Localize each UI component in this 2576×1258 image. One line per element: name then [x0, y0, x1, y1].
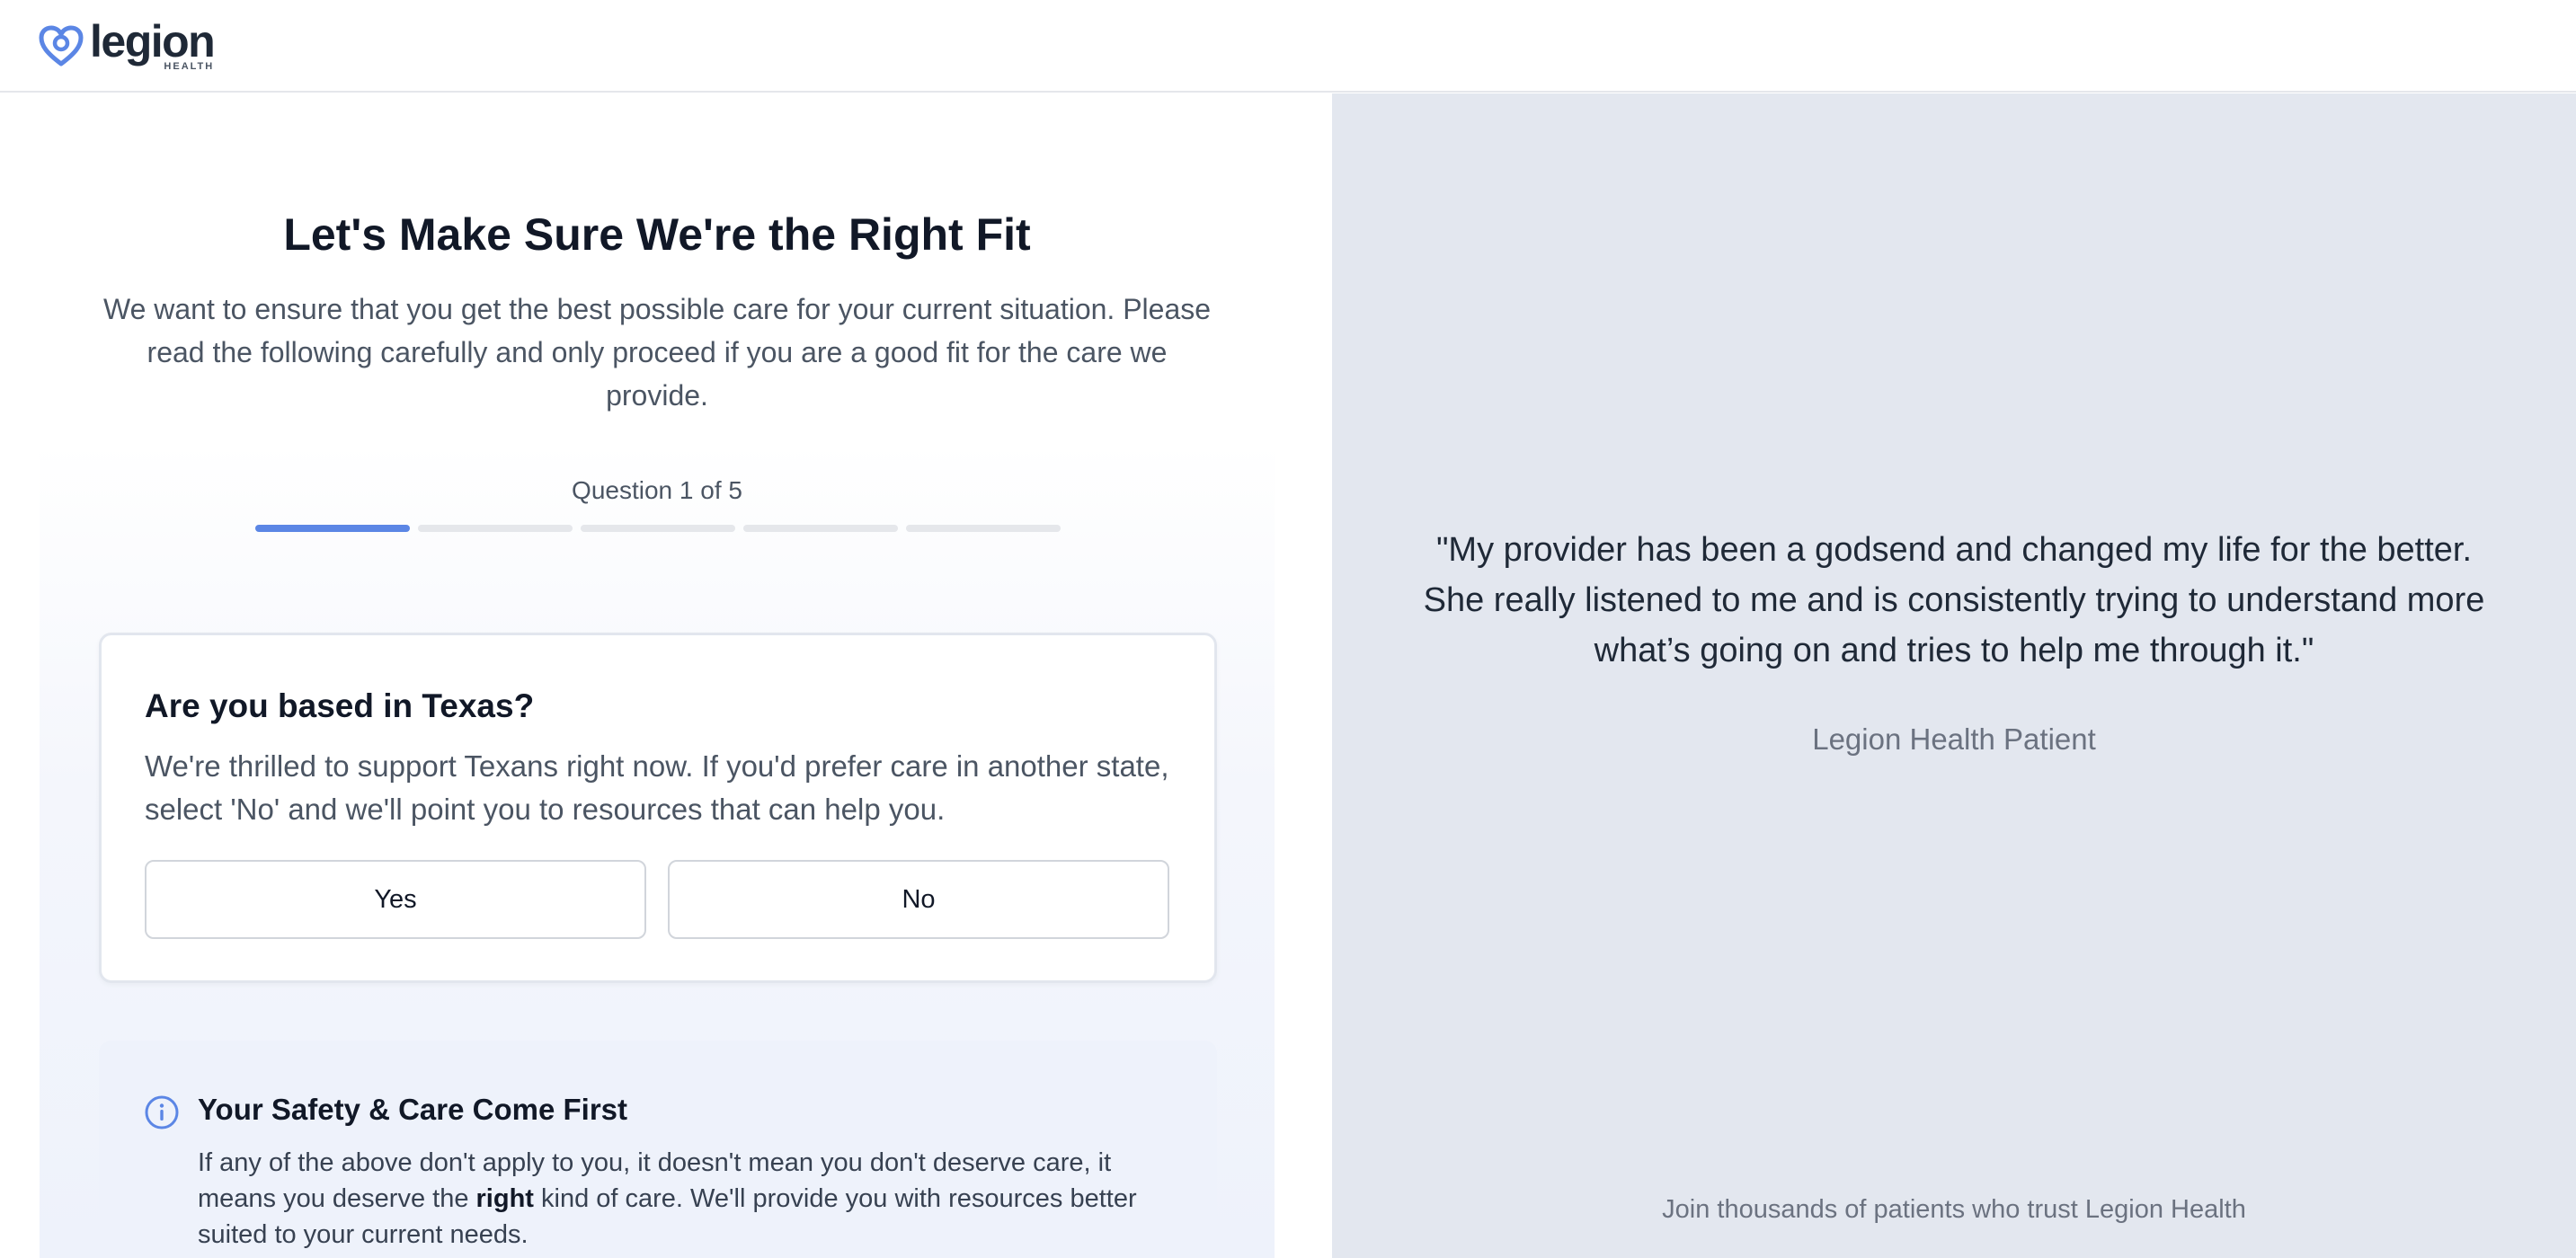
question-title: Are you based in Texas?	[145, 687, 535, 724]
progress-bar	[255, 525, 1061, 532]
no-button[interactable]: No	[668, 860, 1169, 939]
progress-segment-3	[581, 525, 735, 532]
question-card: Are you based in Texas? We're thrilled t…	[99, 633, 1217, 983]
info-title: Your Safety & Care Come First	[198, 1093, 628, 1126]
testimonial-attribution: Legion Health Patient	[1812, 722, 2096, 756]
safety-info-box: Your Safety & Care Come First If any of …	[99, 1041, 1217, 1258]
trust-footer-note: Join thousands of patients who trust Leg…	[1662, 1195, 2246, 1224]
testimonial-panel: "My provider has been a godsend and chan…	[1332, 93, 2576, 1258]
info-text: If any of the above don't apply to you, …	[198, 1145, 1186, 1253]
progress-segment-5	[906, 525, 1061, 532]
top-header: legion HEALTH	[0, 0, 2576, 93]
page-title: Let's Make Sure We're the Right Fit	[283, 209, 1031, 260]
testimonial-quote: "My provider has been a godsend and chan…	[1423, 531, 2485, 669]
progress-segment-4	[743, 525, 898, 532]
screening-content: Let's Make Sure We're the Right Fit We w…	[40, 93, 1275, 1258]
progress-segment-2	[418, 525, 573, 532]
logo-subtext: HEALTH	[164, 61, 215, 72]
page-subtitle: We want to ensure that you get the best …	[102, 293, 1212, 412]
heart-icon	[39, 25, 84, 66]
progress-segment-1	[255, 525, 410, 532]
question-counter: Question 1 of 5	[572, 476, 742, 504]
screening-panel: Let's Make Sure We're the Right Fit We w…	[0, 93, 1332, 1258]
info-icon	[145, 1095, 179, 1130]
question-description: We're thrilled to support Texans right n…	[145, 749, 1169, 826]
yes-button[interactable]: Yes	[145, 860, 646, 939]
info-text-emphasis: right	[475, 1184, 534, 1213]
legion-health-logo[interactable]: legion HEALTH	[38, 16, 216, 72]
logo-wordmark: legion	[90, 16, 216, 66]
